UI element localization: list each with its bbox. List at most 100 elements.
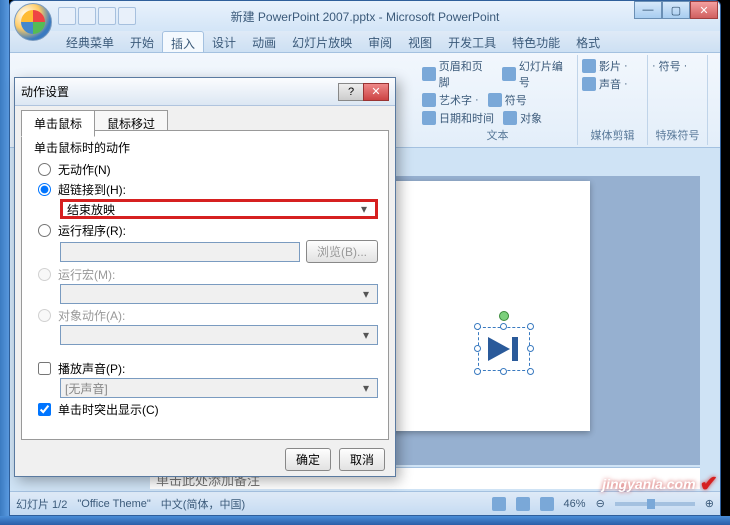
- ribbon-item[interactable]: 影片: [599, 58, 621, 74]
- object-action-combo: ▾: [60, 325, 378, 345]
- zoom-slider[interactable]: [615, 502, 695, 506]
- sound-combo: [无声音] ▾: [60, 378, 378, 398]
- label-highlight: 单击时突出显示(C): [58, 401, 159, 418]
- ribbon-group-text: 页眉和页脚 幻灯片编号 艺术字 · 符号 日期和时间 对象 文本: [418, 55, 578, 145]
- tab-design[interactable]: 设计: [204, 31, 244, 52]
- tab-insert[interactable]: 插入: [162, 31, 204, 52]
- dialog-help-button[interactable]: ?: [338, 83, 364, 101]
- maximize-button[interactable]: ▢: [662, 1, 690, 19]
- option-run-macro: 运行宏(M):: [38, 266, 378, 283]
- radio-hyperlink[interactable]: [38, 183, 51, 196]
- chevron-down-icon: ▾: [359, 328, 373, 342]
- option-play-sound[interactable]: 播放声音(P):: [38, 360, 378, 377]
- play-triangle-icon: [488, 337, 510, 361]
- dialog-titlebar: 动作设置 ? ✕: [15, 78, 395, 106]
- ribbon-group-label: 文本: [422, 127, 573, 143]
- checkbox-highlight[interactable]: [38, 403, 51, 416]
- status-language[interactable]: 中文(简体，中国): [161, 496, 245, 512]
- checkbox-play-sound[interactable]: [38, 362, 51, 375]
- office-button[interactable]: [14, 3, 52, 41]
- radio-object-action: [38, 309, 51, 322]
- ribbon-item[interactable]: 日期和时间: [439, 110, 494, 126]
- action-settings-dialog: 动作设置 ? ✕ 单击鼠标 鼠标移过 单击鼠标时的动作 无动作(N) 超链接到(…: [14, 77, 396, 477]
- ribbon-group-label: 媒体剪辑: [582, 127, 643, 143]
- radio-run-program[interactable]: [38, 224, 51, 237]
- ribbon-item[interactable]: 页眉和页脚: [439, 58, 493, 90]
- status-slide-number: 幻灯片 1/2: [16, 496, 67, 512]
- wordart-icon: [422, 93, 436, 107]
- rotate-handle[interactable]: [499, 311, 509, 321]
- label-object-action: 对象动作(A):: [58, 307, 125, 324]
- taskbar[interactable]: [0, 516, 730, 525]
- view-slideshow-icon[interactable]: [540, 497, 554, 511]
- option-object-action: 对象动作(A):: [38, 307, 378, 324]
- dialog-body: 单击鼠标时的动作 无动作(N) 超链接到(H): 结束放映 ▾ 运行程序(R):: [21, 130, 389, 440]
- tab-review[interactable]: 审阅: [360, 31, 400, 52]
- window-title: 新建 PowerPoint 2007.pptx - Microsoft Powe…: [10, 8, 720, 25]
- chevron-down-icon: ▾: [359, 287, 373, 301]
- label-play-sound: 播放声音(P):: [58, 360, 125, 377]
- hyperlink-combo[interactable]: 结束放映 ▾: [60, 199, 378, 219]
- tab-format[interactable]: 格式: [568, 31, 608, 52]
- ribbon-group-symbols: · 符号 · 特殊符号: [648, 55, 708, 145]
- cancel-button[interactable]: 取消: [339, 448, 385, 471]
- watermark-text: jingyanla.com: [602, 476, 695, 492]
- ribbon-item[interactable]: 对象: [520, 110, 542, 126]
- tab-home[interactable]: 开始: [122, 31, 162, 52]
- radio-run-macro: [38, 268, 51, 281]
- view-sorter-icon[interactable]: [516, 497, 530, 511]
- radio-none[interactable]: [38, 163, 51, 176]
- object-icon: [503, 111, 517, 125]
- ribbon-item[interactable]: 艺术字: [439, 92, 472, 108]
- label-none: 无动作(N): [58, 161, 111, 178]
- tab-view[interactable]: 视图: [400, 31, 440, 52]
- tab-slideshow[interactable]: 幻灯片放映: [284, 31, 360, 52]
- end-bar-icon: [512, 337, 518, 361]
- option-highlight[interactable]: 单击时突出显示(C): [38, 401, 378, 418]
- hyperlink-value: 结束放映: [67, 201, 115, 218]
- tab-classic[interactable]: 经典菜单: [58, 31, 122, 52]
- datetime-icon: [422, 111, 436, 125]
- ribbon-group-label: 特殊符号: [652, 127, 703, 143]
- tab-mouse-click[interactable]: 单击鼠标: [21, 110, 95, 137]
- chevron-down-icon: ▾: [359, 381, 373, 395]
- option-run-program[interactable]: 运行程序(R):: [38, 222, 378, 239]
- browse-button[interactable]: 浏览(B)...: [306, 240, 378, 263]
- zoom-value[interactable]: 46%: [564, 498, 586, 510]
- label-run-macro: 运行宏(M):: [58, 266, 115, 283]
- label-hyperlink: 超链接到(H):: [58, 181, 126, 198]
- ribbon-tabs: 经典菜单 开始 插入 设计 动画 幻灯片放映 审阅 视图 开发工具 特色功能 格…: [10, 31, 720, 53]
- dialog-close-button[interactable]: ✕: [363, 83, 389, 101]
- close-button[interactable]: ✕: [690, 1, 718, 19]
- tab-developer[interactable]: 开发工具: [440, 31, 504, 52]
- option-none[interactable]: 无动作(N): [38, 161, 378, 178]
- tab-feature[interactable]: 特色功能: [504, 31, 568, 52]
- sound-icon: [582, 77, 596, 91]
- option-hyperlink[interactable]: 超链接到(H):: [38, 181, 378, 198]
- checkmark-icon: ✔: [700, 471, 718, 497]
- label-run-program: 运行程序(R):: [58, 222, 126, 239]
- slide-number-icon: [502, 67, 516, 81]
- chevron-down-icon[interactable]: ▾: [357, 202, 371, 216]
- ribbon-group-media: 影片 · 声音 · 媒体剪辑: [578, 55, 648, 145]
- run-macro-combo: ▾: [60, 284, 378, 304]
- group-label-action: 单击鼠标时的动作: [32, 139, 132, 156]
- ribbon-item[interactable]: 幻灯片编号: [519, 58, 573, 90]
- dialog-title: 动作设置: [21, 83, 339, 100]
- view-normal-icon[interactable]: [492, 497, 506, 511]
- symbol-icon: [488, 93, 502, 107]
- ok-button[interactable]: 确定: [285, 448, 331, 471]
- movie-icon: [582, 59, 596, 73]
- header-footer-icon: [422, 67, 436, 81]
- action-button-shape[interactable]: [478, 327, 530, 371]
- tab-animation[interactable]: 动画: [244, 31, 284, 52]
- dialog-footer: 确定 取消: [15, 442, 395, 476]
- sound-value: [无声音]: [65, 380, 108, 397]
- ribbon-item[interactable]: 符号: [505, 92, 527, 108]
- ribbon-item[interactable]: 声音: [599, 76, 621, 92]
- ribbon-item[interactable]: 符号: [659, 58, 681, 74]
- minimize-button[interactable]: —: [634, 1, 662, 19]
- run-program-input: [60, 242, 300, 262]
- status-theme: "Office Theme": [77, 498, 150, 510]
- titlebar: 新建 PowerPoint 2007.pptx - Microsoft Powe…: [10, 1, 720, 31]
